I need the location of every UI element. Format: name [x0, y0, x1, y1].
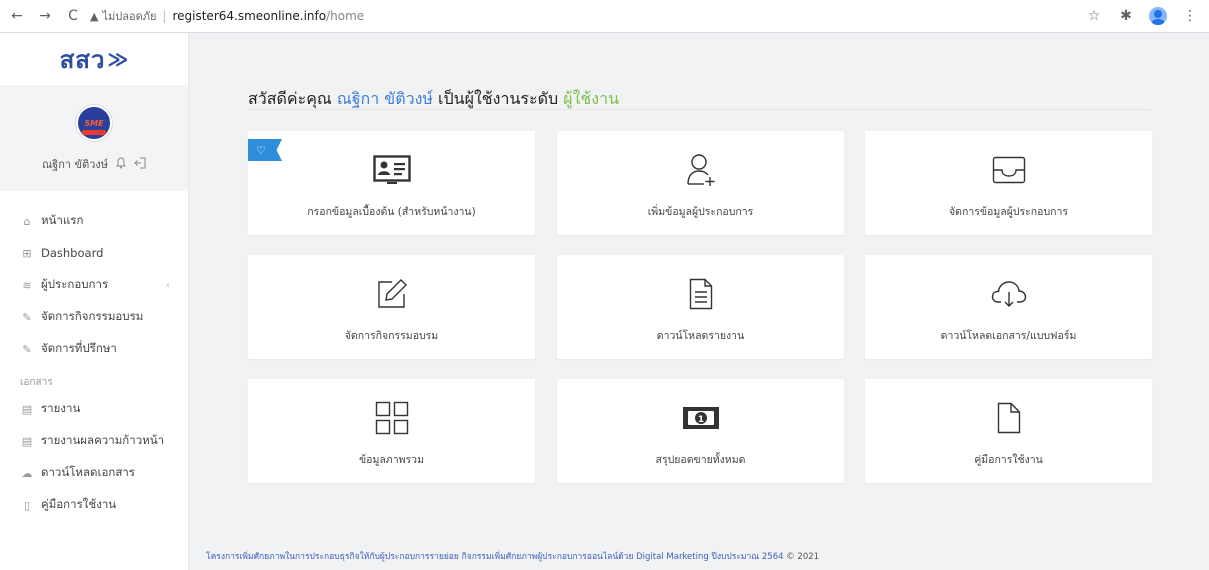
document-icon	[689, 277, 713, 311]
sidebar-item-label: จัดการที่ปรึกษา	[41, 341, 117, 355]
main-content: สวัสดีค่ะคุณ ณฐิกา ขัติวงษ์ เป็นผู้ใช้งา…	[189, 33, 1209, 570]
sidebar-item-label: ผู้ประกอบการ	[41, 277, 109, 291]
chevron-left-icon: ‹	[166, 279, 170, 291]
sidebar-section-documents: เอกสาร	[20, 377, 53, 388]
sidebar-item-label: Dashboard	[41, 246, 104, 260]
sidebar: สสว ≫ SME ณฐิกา ขัติวงษ์ ⌂ หน้าแรก ⊞ Das…	[0, 33, 189, 570]
file-icon	[997, 401, 1021, 435]
card-label: ข้อมูลภาพรวม	[358, 454, 425, 466]
home-icon: ⌂	[23, 214, 31, 228]
greeting-middle: เป็นผู้ใช้งานระดับ	[438, 89, 559, 108]
address-separator: |	[162, 9, 167, 23]
forward-button[interactable]: →	[34, 5, 56, 27]
greeting-user-name: ณฐิกา ขัติวงษ์	[336, 89, 433, 108]
logo-mark: ≫	[107, 47, 129, 71]
url-host[interactable]: register64.smeonline.info	[172, 9, 326, 23]
url-path[interactable]: /home	[326, 9, 364, 23]
card-manage-training[interactable]: จัดการกิจกรรมอบรม	[248, 255, 535, 359]
cloud-download-icon: ☁	[21, 466, 33, 480]
document-icon: ▤	[21, 402, 33, 416]
back-button[interactable]: ←	[6, 5, 28, 27]
sidebar-item-label: ดาวน์โหลดเอกสาร	[41, 465, 135, 479]
card-download-report[interactable]: ดาวน์โหลดรายงาน	[557, 255, 844, 359]
logo-text: สสว	[59, 45, 106, 74]
card-basic-info[interactable]: ♡ กรอกข้อมูลเบื้องต้น (สำหรับหน้างาน)	[248, 131, 535, 235]
card-user-manual[interactable]: คู่มือการใช้งาน	[865, 379, 1152, 483]
bell-icon[interactable]	[115, 156, 127, 172]
layers-icon: ≋	[22, 278, 32, 292]
user-name: ณฐิกา ขัติวงษ์	[41, 158, 109, 171]
sidebar-item-home[interactable]: ⌂ หน้าแรก	[0, 209, 188, 233]
card-add-entrepreneur[interactable]: เพิ่มข้อมูลผู้ประกอบการ	[557, 131, 844, 235]
card-label: สรุปยอดขายทั้งหมด	[655, 454, 746, 466]
sidebar-item-label: รายงานผลความก้าวหน้า	[41, 433, 165, 447]
sidebar-item-download-documents[interactable]: ☁ ดาวน์โหลดเอกสาร	[0, 461, 188, 485]
card-label: ดาวน์โหลดเอกสาร/แบบฟอร์ม	[940, 330, 1077, 342]
security-status[interactable]: ไม่ปลอดภัย	[102, 7, 156, 25]
file-icon: ▯	[23, 498, 31, 512]
browser-toolbar: ← → C ▲ ไม่ปลอดภัย | register64.smeonlin…	[0, 0, 1209, 33]
card-download-documents[interactable]: ดาวน์โหลดเอกสาร/แบบฟอร์ม	[865, 255, 1152, 359]
footer-text: โครงการเพิ่มศักยภาพในการประกอบธุรกิจให้ก…	[206, 552, 784, 562]
money-icon: 1	[682, 401, 720, 435]
card-label: จัดการกิจกรรมอบรม	[344, 330, 439, 342]
edit-icon: ✎	[22, 310, 32, 324]
sidebar-item-label: จัดการกิจกรรมอบรม	[41, 309, 144, 323]
warning-triangle-icon[interactable]: ▲	[90, 10, 98, 23]
extensions-icon[interactable]: ✱	[1115, 5, 1137, 27]
avatar: SME	[76, 105, 112, 141]
sidebar-item-label: รายงาน	[41, 401, 81, 415]
card-label: เพิ่มข้อมูลผู้ประกอบการ	[647, 206, 754, 218]
more-menu-icon[interactable]: ⋮	[1179, 5, 1201, 27]
logout-icon[interactable]	[134, 157, 146, 172]
sidebar-item-manual[interactable]: ▯ คู่มือการใช้งาน	[0, 493, 188, 517]
sidebar-item-entrepreneurs[interactable]: ≋ ผู้ประกอบการ ‹	[0, 273, 188, 297]
sidebar-item-progress-report[interactable]: ▤ รายงานผลความก้าวหน้า	[0, 429, 188, 453]
svg-text:1: 1	[697, 415, 703, 425]
sidebar-item-training[interactable]: ✎ จัดการกิจกรรมอบรม	[0, 305, 188, 329]
card-manage-entrepreneurs[interactable]: จัดการข้อมูลผู้ประกอบการ	[865, 131, 1152, 235]
card-overview[interactable]: ข้อมูลภาพรวม	[248, 379, 535, 483]
sidebar-item-consultants[interactable]: ✎ จัดการที่ปรึกษา	[0, 337, 188, 361]
sidebar-item-label: คู่มือการใช้งาน	[41, 497, 117, 511]
reload-button[interactable]: C	[62, 5, 84, 27]
card-label: คู่มือการใช้งาน	[974, 454, 1043, 466]
card-label: จัดการข้อมูลผู้ประกอบการ	[948, 206, 1069, 218]
card-label: กรอกข้อมูลเบื้องต้น (สำหรับหน้างาน)	[307, 206, 476, 218]
bookmark-star-icon[interactable]: ☆	[1083, 5, 1105, 27]
footer: โครงการเพิ่มศักยภาพในการประกอบธุรกิจให้ก…	[206, 549, 819, 563]
edit-icon: ✎	[22, 342, 32, 356]
divider	[248, 109, 1151, 110]
footer-copyright: © 2021	[786, 552, 820, 562]
id-card-icon	[372, 153, 411, 187]
edit-icon	[376, 277, 408, 311]
grid-icon: ⊞	[22, 246, 32, 260]
favorite-ribbon[interactable]: ♡	[248, 139, 282, 161]
card-sales-summary[interactable]: 1 สรุปยอดขายทั้งหมด	[557, 379, 844, 483]
cloud-download-icon	[991, 277, 1027, 311]
sidebar-item-label: หน้าแรก	[41, 213, 84, 227]
card-label: ดาวน์โหลดรายงาน	[656, 330, 745, 342]
sidebar-item-dashboard[interactable]: ⊞ Dashboard	[0, 241, 188, 265]
logo[interactable]: สสว ≫	[0, 33, 188, 85]
greeting-prefix: สวัสดีค่ะคุณ	[248, 89, 332, 108]
sidebar-menu: ⌂ หน้าแรก ⊞ Dashboard ≋ ผู้ประกอบการ ‹ ✎…	[0, 191, 188, 517]
address-bar[interactable]: ▲ ไม่ปลอดภัย | register64.smeonline.info…	[90, 3, 1073, 29]
profile-panel: SME ณฐิกา ขัติวงษ์	[0, 85, 188, 191]
document-icon: ▤	[21, 434, 33, 448]
profile-avatar[interactable]	[1147, 5, 1169, 27]
sidebar-item-report[interactable]: ▤ รายงาน	[0, 397, 188, 421]
grid-icon	[375, 401, 409, 435]
add-user-icon	[686, 153, 716, 187]
inbox-icon	[992, 153, 1026, 187]
greeting-user-level: ผู้ใช้งาน	[563, 89, 619, 108]
